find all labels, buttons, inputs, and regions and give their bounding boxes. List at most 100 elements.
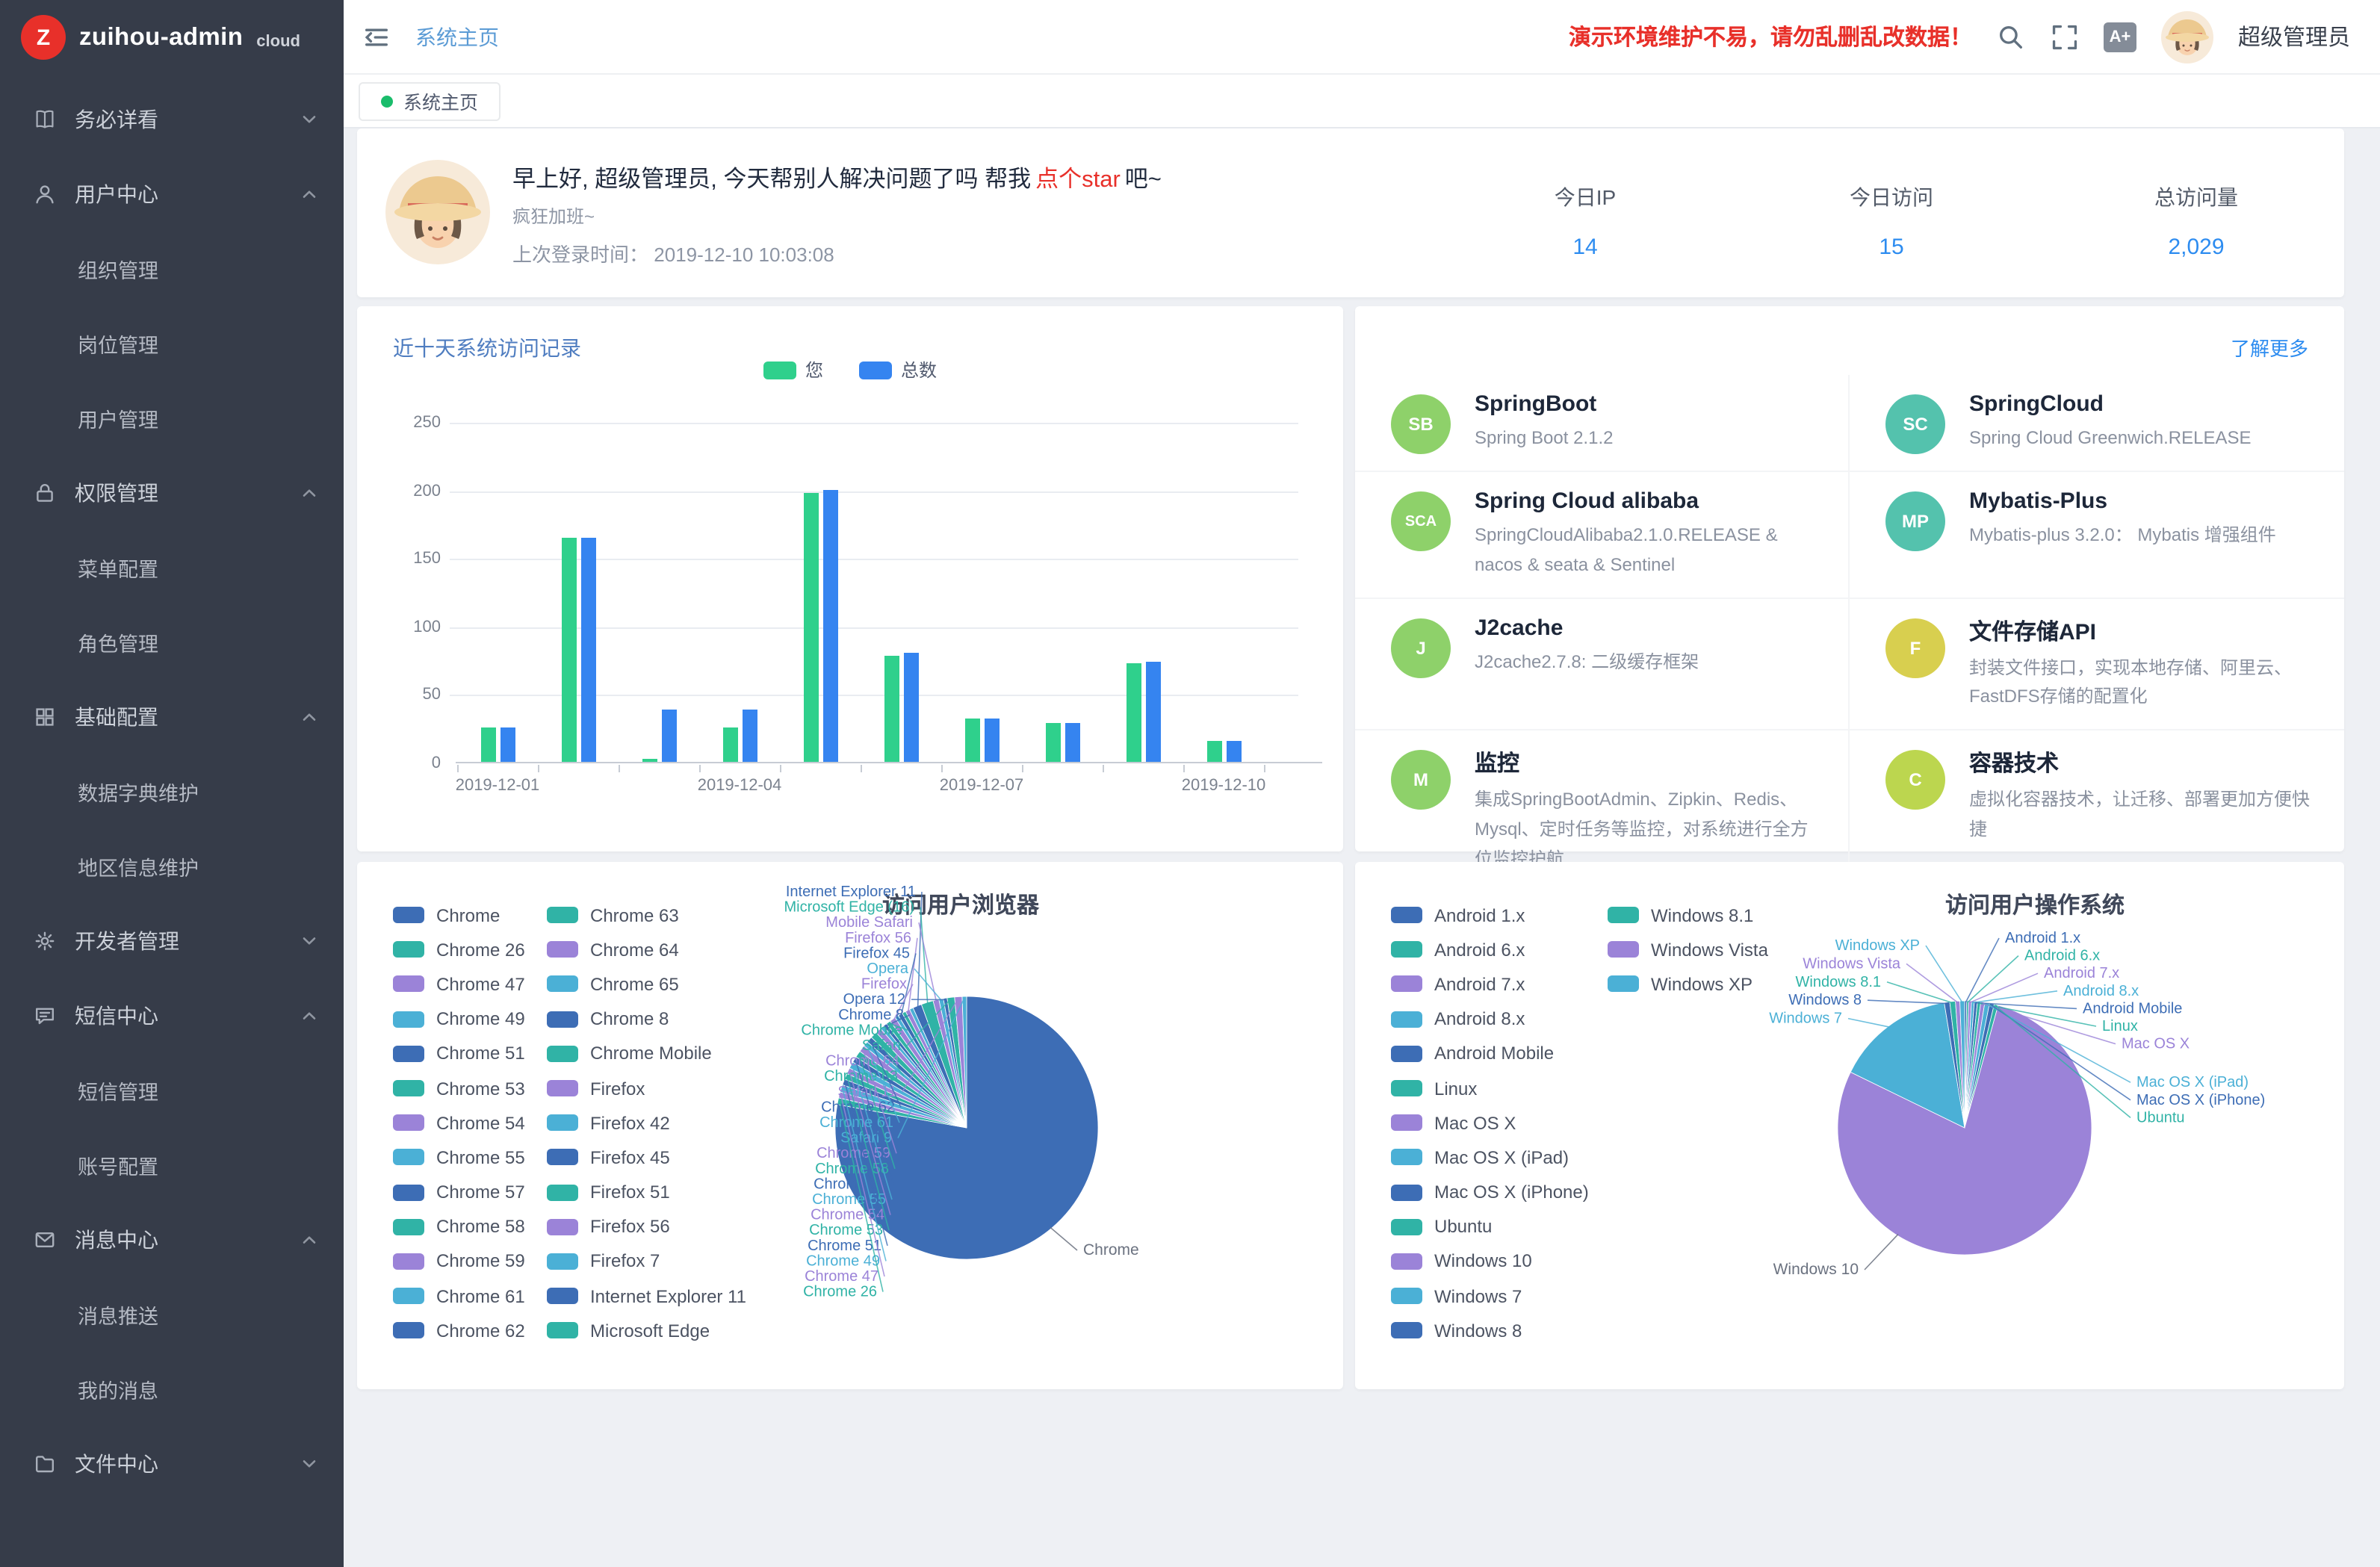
bar-you[interactable] <box>642 759 657 762</box>
sidebar-subitem-message-push[interactable]: 消息推送 <box>0 1277 344 1352</box>
pie-slice[interactable] <box>881 1026 967 1128</box>
sidebar-item-developer-management[interactable]: 开发者管理 <box>0 904 344 978</box>
legend-item[interactable]: Mac OS X (iPad) <box>1391 1141 1608 1175</box>
legend-item[interactable]: Windows 8.1 <box>1608 898 1817 932</box>
pie-slice[interactable] <box>860 1046 967 1128</box>
bar-total[interactable] <box>580 537 595 762</box>
pie-slice[interactable] <box>876 1028 967 1128</box>
legend-item[interactable]: Android 7.x <box>1391 967 1608 1002</box>
pie-slice[interactable] <box>864 1042 967 1128</box>
tab-home[interactable]: 系统主页 <box>359 81 501 120</box>
legend-item[interactable]: Chrome 59 <box>393 1244 547 1279</box>
pie-slice[interactable] <box>1965 1001 1977 1128</box>
sidebar-subitem-region-maintain[interactable]: 地区信息维护 <box>0 829 344 904</box>
tech-card-springboot[interactable]: SBSpringBootSpring Boot 2.1.2 <box>1355 375 1850 472</box>
bar-you[interactable] <box>1126 664 1141 762</box>
legend-item[interactable]: Windows Vista <box>1608 932 1817 966</box>
legend-item[interactable]: Ubuntu <box>1391 1209 1608 1244</box>
legend-item[interactable]: Windows XP <box>1608 967 1817 1002</box>
legend-item[interactable]: Firefox <box>547 1071 801 1105</box>
pie-slice[interactable] <box>1838 1005 2092 1255</box>
sidebar-item-sms-center[interactable]: 短信中心 <box>0 978 344 1053</box>
bar-you[interactable] <box>561 537 576 762</box>
legend-item[interactable]: 您 <box>763 357 823 382</box>
pie-slice[interactable] <box>955 996 967 1128</box>
legend-item[interactable]: Windows 8 <box>1391 1314 1608 1348</box>
pie-slice[interactable] <box>890 1017 967 1128</box>
legend-item[interactable]: Chrome 49 <box>393 1002 547 1036</box>
pie-slice[interactable] <box>902 1011 967 1128</box>
bar-total[interactable] <box>1065 724 1079 762</box>
tech-card-spring-cloud-alibaba[interactable]: SCASpring Cloud alibabaSpringCloudAlibab… <box>1355 472 1850 598</box>
pie-slice[interactable] <box>1965 1001 1967 1128</box>
tech-card-j2cache[interactable]: JJ2cacheJ2cache2.7.8: 二级缓存框架 <box>1355 598 1850 730</box>
bar-total[interactable] <box>661 710 676 762</box>
sidebar-subitem-role-management[interactable]: 角色管理 <box>0 605 344 680</box>
sidebar-item-auth-management[interactable]: 权限管理 <box>0 456 344 530</box>
pie-slice[interactable] <box>856 1052 967 1128</box>
legend-item[interactable]: Chrome <box>393 898 547 932</box>
sidebar-subitem-org-management[interactable]: 组织管理 <box>0 232 344 306</box>
pie-slice[interactable] <box>939 999 967 1128</box>
pie-slice[interactable] <box>933 999 967 1128</box>
username[interactable]: 超级管理员 <box>2238 21 2350 52</box>
search-icon[interactable] <box>1996 22 2026 52</box>
legend-item[interactable]: Android 1.x <box>1391 898 1608 932</box>
bar-you[interactable] <box>1045 724 1060 762</box>
pie-slice[interactable] <box>899 1014 967 1128</box>
legend-item[interactable]: Firefox 7 <box>547 1244 801 1279</box>
fullscreen-icon[interactable] <box>2050 22 2080 52</box>
pie-slice[interactable] <box>884 1024 967 1128</box>
pie-slice[interactable] <box>847 1068 967 1128</box>
pie-slice[interactable] <box>871 1032 967 1128</box>
bar-total[interactable] <box>984 719 999 762</box>
pie-slice[interactable] <box>1965 1001 1974 1128</box>
breadcrumb[interactable]: 系统主页 <box>415 22 499 52</box>
pie-slice[interactable] <box>1965 1002 1985 1128</box>
legend-item[interactable]: Firefox 51 <box>547 1175 801 1209</box>
bar-total[interactable] <box>822 489 837 762</box>
legend-item[interactable]: Chrome 47 <box>393 967 547 1002</box>
sidebar-subitem-my-message[interactable]: 我的消息 <box>0 1352 344 1427</box>
tech-card-mybatis-plus[interactable]: MPMybatis-PlusMybatis-plus 3.2.0： Mybati… <box>1850 472 2344 598</box>
avatar[interactable] <box>2160 10 2214 63</box>
pie-slice[interactable] <box>853 1057 967 1128</box>
visits-bar-plot[interactable]: 0501001502002502019-12-012019-12-042019-… <box>456 423 1322 763</box>
sidebar-item-base-config[interactable]: 基础配置 <box>0 680 344 754</box>
pie-slice[interactable] <box>867 1037 967 1128</box>
legend-item[interactable]: Mac OS X (iPhone) <box>1391 1175 1608 1209</box>
legend-item[interactable]: Android 8.x <box>1391 1002 1608 1036</box>
pie-slice[interactable] <box>1965 1002 1981 1128</box>
star-link[interactable]: 点个star <box>1035 167 1121 193</box>
pie-slice[interactable] <box>943 998 967 1128</box>
tech-card-springcloud[interactable]: SCSpringCloudSpring Cloud Greenwich.RELE… <box>1850 375 2344 472</box>
pie-slice[interactable] <box>895 1016 967 1128</box>
legend-item[interactable]: Chrome 64 <box>547 932 801 966</box>
legend-item[interactable]: 总数 <box>859 357 937 382</box>
pie-slice[interactable] <box>1944 1002 1965 1128</box>
legend-item[interactable]: Linux <box>1391 1071 1608 1105</box>
sidebar-subitem-user-management[interactable]: 用户管理 <box>0 381 344 456</box>
pie-slice[interactable] <box>840 1085 967 1128</box>
legend-item[interactable]: Chrome 62 <box>393 1314 547 1348</box>
legend-item[interactable]: Android 6.x <box>1391 932 1608 966</box>
legend-item[interactable]: Chrome 57 <box>393 1175 547 1209</box>
sidebar-item-file-center[interactable]: 文件中心 <box>0 1427 344 1501</box>
legend-item[interactable]: Chrome 65 <box>547 967 801 1002</box>
pie-slice[interactable] <box>887 1021 967 1128</box>
legend-item[interactable]: Firefox 42 <box>547 1105 801 1140</box>
sidebar-item-message-center[interactable]: 消息中心 <box>0 1203 344 1277</box>
legend-item[interactable]: Firefox 56 <box>547 1209 801 1244</box>
pie-slice[interactable] <box>947 997 967 1128</box>
legend-item[interactable]: Android Mobile <box>1391 1037 1608 1071</box>
pie-slice[interactable] <box>962 996 967 1128</box>
bar-you[interactable] <box>964 719 979 762</box>
bar-you[interactable] <box>884 656 899 762</box>
pie-slice[interactable] <box>849 1062 967 1128</box>
sidebar-item-must-read[interactable]: 务必详看 <box>0 82 344 157</box>
pie-slice[interactable] <box>1850 1002 1965 1128</box>
pie-slice[interactable] <box>921 1001 967 1128</box>
legend-item[interactable]: Chrome 58 <box>393 1209 547 1244</box>
pie-slice[interactable] <box>1965 1005 1998 1128</box>
bar-you[interactable] <box>1206 742 1221 762</box>
